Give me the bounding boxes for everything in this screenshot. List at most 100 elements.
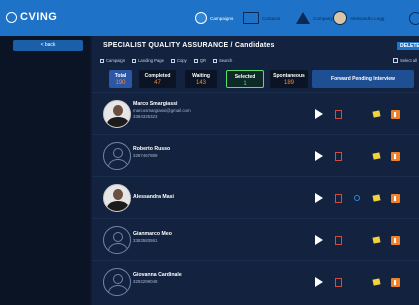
nav-company-label: Company — [313, 15, 333, 21]
candidate-row[interactable]: Gianmarco Meo 3383583591 — [92, 218, 419, 260]
nav-user-label: Alessandro Legg — [350, 15, 385, 21]
pdf-icon[interactable] — [335, 277, 342, 287]
stat-total-label: Total — [114, 73, 127, 79]
top-navigation-bar: CVING Campaigns Contacts Company Alessan… — [0, 0, 419, 36]
stat-spontaneous-label: Spontaneous — [273, 73, 305, 79]
candidate-phone: 3287467889 — [133, 153, 158, 158]
stat-spontaneous-value: 189 — [283, 80, 294, 86]
link-icon — [132, 58, 137, 63]
candidate-name: Alessandra Masi — [133, 194, 174, 200]
pdf-icon[interactable] — [335, 151, 342, 161]
tool-qr[interactable]: QR — [193, 58, 207, 63]
nav-campaigns[interactable]: Campaigns — [195, 0, 233, 36]
candidate-phone: 3384325323 — [133, 114, 158, 119]
play-icon[interactable] — [315, 235, 323, 245]
tool-landing-page[interactable]: Landing Page — [132, 58, 164, 63]
arrow-icon — [100, 58, 104, 63]
tool-search[interactable]: Search — [213, 58, 232, 63]
checkbox-icon — [393, 58, 398, 63]
note-icon[interactable] — [372, 236, 381, 244]
qr-icon — [193, 58, 198, 63]
tool-qr-label: QR — [199, 58, 207, 63]
candidate-row[interactable]: Marco Smargiassi marcosmargiassi@gmail.c… — [92, 92, 419, 134]
stat-completed-label: Completed — [144, 73, 171, 79]
stat-selected[interactable]: Selected 1 — [226, 70, 264, 88]
candidate-actions — [315, 235, 400, 245]
candidate-phone: 3292299048 — [133, 279, 158, 284]
campaigns-icon — [195, 12, 207, 24]
stat-total[interactable]: Total 190 — [109, 70, 132, 88]
candidate-name: Gianmarco Meo — [133, 231, 172, 237]
info-badge-icon[interactable] — [391, 277, 400, 287]
avatar-placeholder-icon — [103, 142, 131, 170]
info-badge-icon[interactable] — [391, 193, 400, 203]
logo-ring-icon — [6, 11, 17, 23]
candidate-name: Roberto Russo — [133, 146, 171, 152]
contacts-icon — [243, 12, 259, 24]
candidate-photo — [103, 184, 131, 212]
candidate-email: marcosmargiassi@gmail.com — [133, 108, 191, 113]
stat-completed-value: 47 — [154, 80, 161, 86]
select-all-label: Select all — [400, 58, 417, 63]
candidate-actions — [315, 109, 400, 119]
stat-spontaneous[interactable]: Spontaneous 189 — [270, 70, 308, 88]
play-icon[interactable] — [315, 151, 323, 161]
candidate-row[interactable]: Alessandra Masi — [92, 176, 419, 218]
nav-campaigns-label: Campaigns — [210, 15, 234, 21]
forward-pending-interview-button[interactable]: Forward Pending Interview — [312, 70, 414, 88]
stat-waiting-label: Waiting — [192, 73, 210, 79]
share-icon[interactable] — [354, 195, 360, 201]
logo-text: CVING — [20, 11, 58, 23]
sidebar: < back — [0, 36, 90, 305]
nav-company[interactable]: Company — [296, 0, 333, 36]
candidate-name: Giovanna Cardinale — [133, 272, 182, 278]
main-panel: SPECIALIST QUALITY ASSURANCE / Candidate… — [92, 36, 419, 305]
candidate-row[interactable]: Giovanna Cardinale 3292299048 — [92, 260, 419, 302]
delete-button[interactable]: DELETE — [397, 42, 419, 50]
stat-selected-label: Selected — [234, 74, 256, 80]
candidate-actions — [315, 151, 400, 161]
play-icon[interactable] — [315, 109, 323, 119]
stat-completed[interactable]: Completed 47 — [139, 70, 176, 88]
info-badge-icon[interactable] — [391, 109, 400, 119]
tool-campaign[interactable]: Campaign — [100, 58, 125, 63]
company-icon — [296, 12, 310, 24]
play-icon[interactable] — [315, 193, 323, 203]
app-logo[interactable]: CVING — [6, 11, 57, 23]
candidate-phone: 3383583591 — [133, 238, 158, 243]
candidate-name: Marco Smargiassi — [133, 101, 178, 107]
candidate-row[interactable]: Roberto Russo 3287467889 — [92, 134, 419, 176]
note-icon[interactable] — [372, 194, 381, 202]
note-icon[interactable] — [372, 110, 381, 118]
back-button[interactable]: < back — [13, 40, 83, 51]
note-icon[interactable] — [372, 278, 381, 286]
nav-contacts[interactable]: Contacts — [243, 0, 280, 36]
select-all-checkbox[interactable]: Select all — [393, 58, 417, 63]
power-icon[interactable] — [409, 12, 419, 25]
avatar-placeholder-icon — [103, 268, 131, 296]
play-icon[interactable] — [315, 277, 323, 287]
stat-waiting-value: 143 — [195, 80, 206, 86]
copy-icon — [170, 58, 175, 63]
candidate-actions — [315, 277, 400, 287]
note-icon[interactable] — [372, 152, 381, 160]
stat-waiting[interactable]: Waiting 143 — [185, 70, 217, 88]
tool-copy[interactable]: Copy — [170, 58, 187, 63]
candidate-actions — [315, 193, 400, 203]
tool-campaign-label: Campaign — [106, 58, 126, 63]
tool-landing-page-label: Landing Page — [138, 58, 164, 63]
stat-total-value: 190 — [115, 80, 126, 86]
tool-search-label: Search — [219, 58, 233, 63]
pdf-icon[interactable] — [335, 193, 342, 203]
avatar-placeholder-icon — [103, 226, 131, 254]
page-title: SPECIALIST QUALITY ASSURANCE / Candidate… — [103, 42, 275, 49]
pdf-icon[interactable] — [335, 109, 342, 119]
info-badge-icon[interactable] — [391, 235, 400, 245]
user-avatar-icon — [333, 11, 347, 25]
tool-copy-label: Copy — [176, 58, 187, 63]
pdf-icon[interactable] — [335, 235, 342, 245]
campaign-toolbar: Campaign Landing Page Copy QR Search — [100, 58, 239, 63]
stat-selected-value: 1 — [243, 81, 247, 87]
info-badge-icon[interactable] — [391, 151, 400, 161]
nav-user-profile[interactable]: Alessandro Legg — [333, 0, 384, 36]
